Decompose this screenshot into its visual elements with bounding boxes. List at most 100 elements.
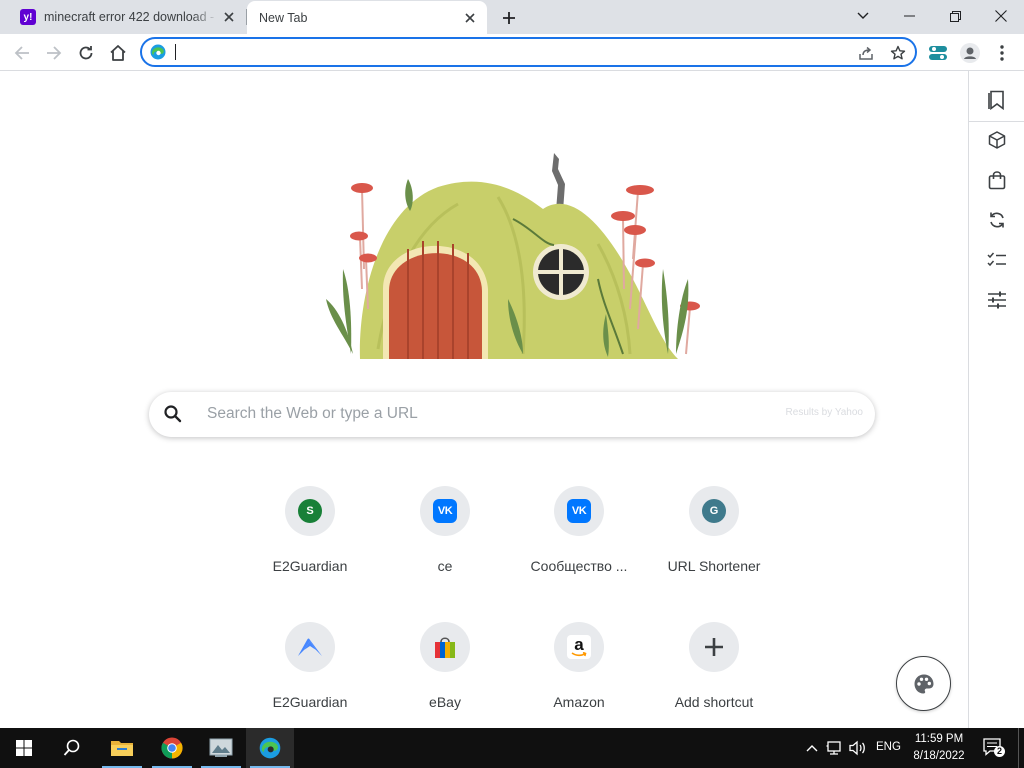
- tab-yahoo-search[interactable]: y! minecraft error 422 download - Y: [8, 0, 246, 34]
- new-tab-button[interactable]: [497, 6, 521, 30]
- file-explorer-button[interactable]: [98, 728, 146, 768]
- home-icon: [110, 45, 126, 61]
- chevron-up-icon: [806, 745, 818, 752]
- volume-button[interactable]: [848, 738, 868, 758]
- tab-title: minecraft error 422 download - Y: [44, 10, 218, 24]
- tab-title: New Tab: [259, 10, 308, 25]
- tab-close-icon[interactable]: [218, 6, 240, 28]
- nordvpn-icon: [298, 638, 322, 656]
- address-input[interactable]: [174, 43, 834, 61]
- shortcut-e2guardian-2[interactable]: E2Guardian: [254, 622, 366, 734]
- system-clock[interactable]: 11:59 PM 8/18/2022: [904, 731, 974, 765]
- search-icon: [63, 739, 80, 756]
- shopping-bag-icon: [988, 171, 1006, 190]
- home-button[interactable]: [104, 39, 132, 67]
- sliders-icon: [988, 291, 1006, 309]
- clock-date: 8/18/2022: [913, 750, 965, 762]
- back-button[interactable]: [8, 39, 36, 67]
- chrome-taskbar-button[interactable]: [148, 728, 196, 768]
- edge-taskbar-button[interactable]: [246, 728, 294, 768]
- shortcut-ebay[interactable]: eBay: [389, 622, 501, 734]
- restore-icon: [949, 10, 961, 22]
- toggle-extension-icon: [929, 46, 947, 60]
- network-icon: [826, 741, 841, 755]
- show-hidden-icons-button[interactable]: [802, 738, 822, 758]
- arrow-left-icon: [14, 46, 29, 60]
- shortcut-label: Сообщество ...: [530, 558, 628, 574]
- shortcut-icon-bg: [689, 622, 739, 672]
- network-button[interactable]: [825, 738, 845, 758]
- amazon-icon: a: [567, 635, 591, 659]
- search-box[interactable]: Results by Yahoo: [149, 392, 875, 437]
- address-bar[interactable]: [140, 37, 917, 67]
- vk-icon: VK: [567, 499, 591, 523]
- shortcut-icon-bg: [285, 622, 335, 672]
- menu-button[interactable]: [988, 39, 1016, 67]
- checklist-icon: [987, 252, 1006, 267]
- new-tab-page: Results by Yahoo S E2Guardian VK ce VK С…: [0, 71, 968, 728]
- shortcut-ce[interactable]: VK ce: [389, 486, 501, 598]
- settings-sliders-button[interactable]: [983, 286, 1011, 314]
- sync-button[interactable]: [983, 206, 1011, 234]
- collections-button[interactable]: [983, 126, 1011, 154]
- add-shortcut-button[interactable]: Add shortcut: [658, 622, 770, 734]
- edge-logo-icon: [150, 44, 166, 60]
- photo-viewer-icon: [209, 738, 233, 757]
- letter-g-icon: G: [702, 499, 726, 523]
- letter-s-icon: S: [298, 499, 322, 523]
- shortcut-icon-bg: a: [554, 622, 604, 672]
- kebab-menu-icon: [1000, 45, 1004, 61]
- results-by-yahoo-label: Results by Yahoo: [785, 407, 863, 418]
- windows-taskbar: ENG 11:59 PM 8/18/2022 2: [0, 728, 1024, 768]
- app-taskbar-button[interactable]: [197, 728, 245, 768]
- customize-page-button[interactable]: [896, 656, 951, 711]
- arrow-right-icon: [47, 46, 62, 60]
- speaker-icon: [849, 740, 865, 756]
- reading-list-button[interactable]: [983, 86, 1011, 114]
- amazon-smile-icon: [571, 652, 587, 657]
- browser-toolbar: [0, 34, 1024, 71]
- search-icon: [164, 405, 182, 423]
- shortcut-label: Amazon: [553, 694, 605, 710]
- restore-button[interactable]: [932, 0, 978, 32]
- tab-new-tab[interactable]: New Tab: [247, 1, 487, 34]
- tasks-button[interactable]: [983, 246, 1011, 274]
- share-button[interactable]: [856, 43, 876, 63]
- edge-logo-icon: [259, 737, 281, 759]
- plus-icon: [705, 638, 723, 656]
- cube-icon: [988, 131, 1006, 149]
- reload-button[interactable]: [72, 39, 100, 67]
- notifications-button[interactable]: 2: [982, 737, 1006, 759]
- forward-button[interactable]: [40, 39, 68, 67]
- bookmark-icon: [988, 90, 1004, 110]
- extensions-button[interactable]: [924, 39, 952, 67]
- shortcut-icon-bg: VK: [420, 486, 470, 536]
- share-icon: [859, 46, 873, 60]
- tab-close-icon[interactable]: [459, 7, 481, 29]
- sync-icon: [990, 212, 1004, 228]
- show-desktop-divider[interactable]: [1018, 728, 1019, 768]
- profile-button[interactable]: [956, 39, 984, 67]
- vk-icon: VK: [433, 499, 457, 523]
- shortcut-icon-bg: [420, 622, 470, 672]
- shortcut-label: E2Guardian: [272, 694, 348, 710]
- reload-icon: [79, 46, 93, 60]
- bookmark-star-button[interactable]: [888, 43, 908, 63]
- shortcut-amazon[interactable]: a Amazon: [523, 622, 635, 734]
- minimize-button[interactable]: [886, 0, 932, 32]
- shortcut-label: URL Shortener: [667, 558, 761, 574]
- taskbar-search-button[interactable]: [48, 728, 96, 768]
- shortcut-url-shortener[interactable]: G URL Shortener: [658, 486, 770, 598]
- shopping-button[interactable]: [983, 166, 1011, 194]
- search-input[interactable]: [207, 403, 767, 425]
- start-button[interactable]: [0, 728, 48, 768]
- input-language-indicator[interactable]: ENG: [876, 741, 901, 753]
- shortcut-soobshchestvo[interactable]: VK Сообщество ...: [523, 486, 635, 598]
- close-window-button[interactable]: [978, 0, 1024, 32]
- clock-time: 11:59 PM: [914, 733, 964, 745]
- tab-search-button[interactable]: [840, 0, 886, 32]
- shortcut-e2guardian[interactable]: S E2Guardian: [254, 486, 366, 598]
- ebay-bag-icon: [435, 637, 455, 658]
- shortcut-label: E2Guardian: [272, 558, 348, 574]
- chevron-down-icon: [857, 12, 869, 19]
